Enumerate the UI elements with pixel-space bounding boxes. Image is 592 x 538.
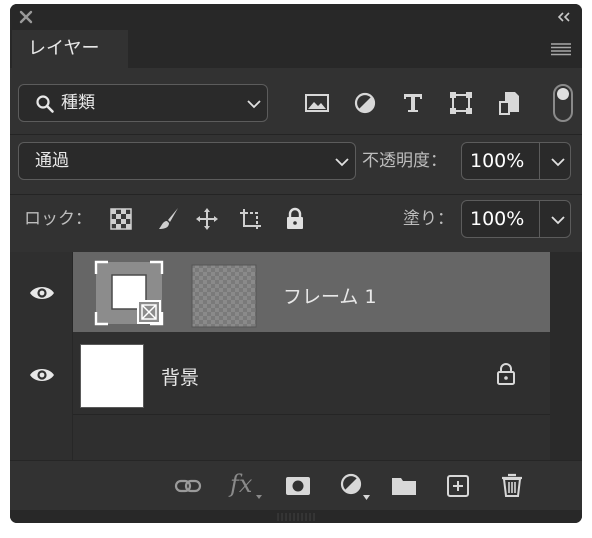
- lock-artboard-icon[interactable]: [238, 206, 264, 232]
- layers-list: フレーム 1 背景: [10, 252, 550, 460]
- panel-resize-grip[interactable]: [10, 510, 582, 523]
- add-mask-icon[interactable]: [284, 472, 312, 500]
- opacity-value: 100%: [470, 150, 525, 172]
- layer-name[interactable]: フレーム 1: [283, 282, 377, 309]
- collapse-panel-icon[interactable]: [556, 10, 572, 24]
- filter-toggle-switch[interactable]: [553, 84, 573, 122]
- chevron-down-icon: [335, 158, 349, 167]
- blend-mode-select[interactable]: 通過: [18, 142, 356, 180]
- adjustment-filter-icon[interactable]: [352, 90, 378, 116]
- opacity-label: 不透明度：: [362, 151, 447, 171]
- frame-content-thumbnail: [191, 264, 257, 328]
- toggle-knob: [557, 88, 569, 100]
- adjustment-dropdown-triangle: [363, 495, 370, 500]
- tab-layers[interactable]: レイヤー: [12, 30, 128, 68]
- close-icon[interactable]: [19, 10, 33, 24]
- divider: [10, 134, 582, 135]
- panel-tab-row: レイヤー: [10, 30, 582, 68]
- blend-mode-label: 通過: [35, 151, 69, 171]
- filter-kind-select[interactable]: 種類: [18, 84, 268, 122]
- lock-label: ロック：: [24, 209, 92, 229]
- layers-footer-toolbar: fx: [10, 460, 582, 511]
- new-group-folder-icon[interactable]: [390, 472, 418, 500]
- panel-menu-icon[interactable]: [550, 42, 572, 56]
- opacity-field[interactable]: 100%: [461, 142, 571, 180]
- divider: [10, 194, 582, 195]
- frame-layer-thumbnail: [94, 260, 164, 326]
- lock-icon: [497, 363, 515, 385]
- layer-name[interactable]: 背景: [161, 363, 199, 390]
- fill-field[interactable]: 100%: [461, 200, 571, 238]
- lock-all-icon[interactable]: [282, 206, 308, 232]
- eye-icon[interactable]: [28, 366, 56, 384]
- delete-layer-icon[interactable]: [498, 471, 526, 499]
- fx-dropdown-triangle: [256, 495, 262, 499]
- eye-icon[interactable]: [28, 284, 56, 302]
- visibility-column: [10, 252, 73, 460]
- layer-row-background[interactable]: 背景: [73, 334, 550, 415]
- panel-title-bar: [10, 4, 582, 30]
- shape-filter-icon[interactable]: [448, 90, 474, 116]
- field-separator: [539, 201, 540, 237]
- layer-row-frame[interactable]: フレーム 1: [73, 252, 550, 332]
- resize-grip-icon: [277, 513, 315, 521]
- new-layer-icon[interactable]: [444, 472, 472, 500]
- type-filter-icon[interactable]: [400, 90, 426, 116]
- layer-style-fx-icon[interactable]: fx: [230, 470, 252, 498]
- chevron-down-icon[interactable]: [551, 215, 565, 225]
- lock-image-pixels-icon[interactable]: [156, 206, 182, 232]
- chevron-down-icon: [247, 100, 261, 109]
- layers-scrollbar[interactable]: [550, 252, 582, 460]
- lock-transparent-pixels-icon[interactable]: [108, 206, 134, 232]
- new-adjustment-layer-icon[interactable]: [338, 471, 366, 499]
- field-separator: [539, 143, 540, 179]
- image-filter-icon[interactable]: [304, 90, 330, 116]
- lock-position-icon[interactable]: [194, 206, 220, 232]
- fill-value: 100%: [470, 208, 525, 230]
- background-layer-thumbnail: [80, 344, 144, 408]
- chevron-down-icon[interactable]: [551, 157, 565, 167]
- link-layers-icon[interactable]: [174, 472, 202, 500]
- layers-panel: レイヤー 種類 通過 不透明度： 100% ロック： 塗り： 100% フレーム…: [10, 4, 582, 523]
- search-icon: [36, 95, 54, 113]
- fill-label: 塗り：: [403, 209, 454, 229]
- filter-kind-label: 種類: [61, 93, 95, 113]
- smart-object-filter-icon[interactable]: [497, 90, 523, 116]
